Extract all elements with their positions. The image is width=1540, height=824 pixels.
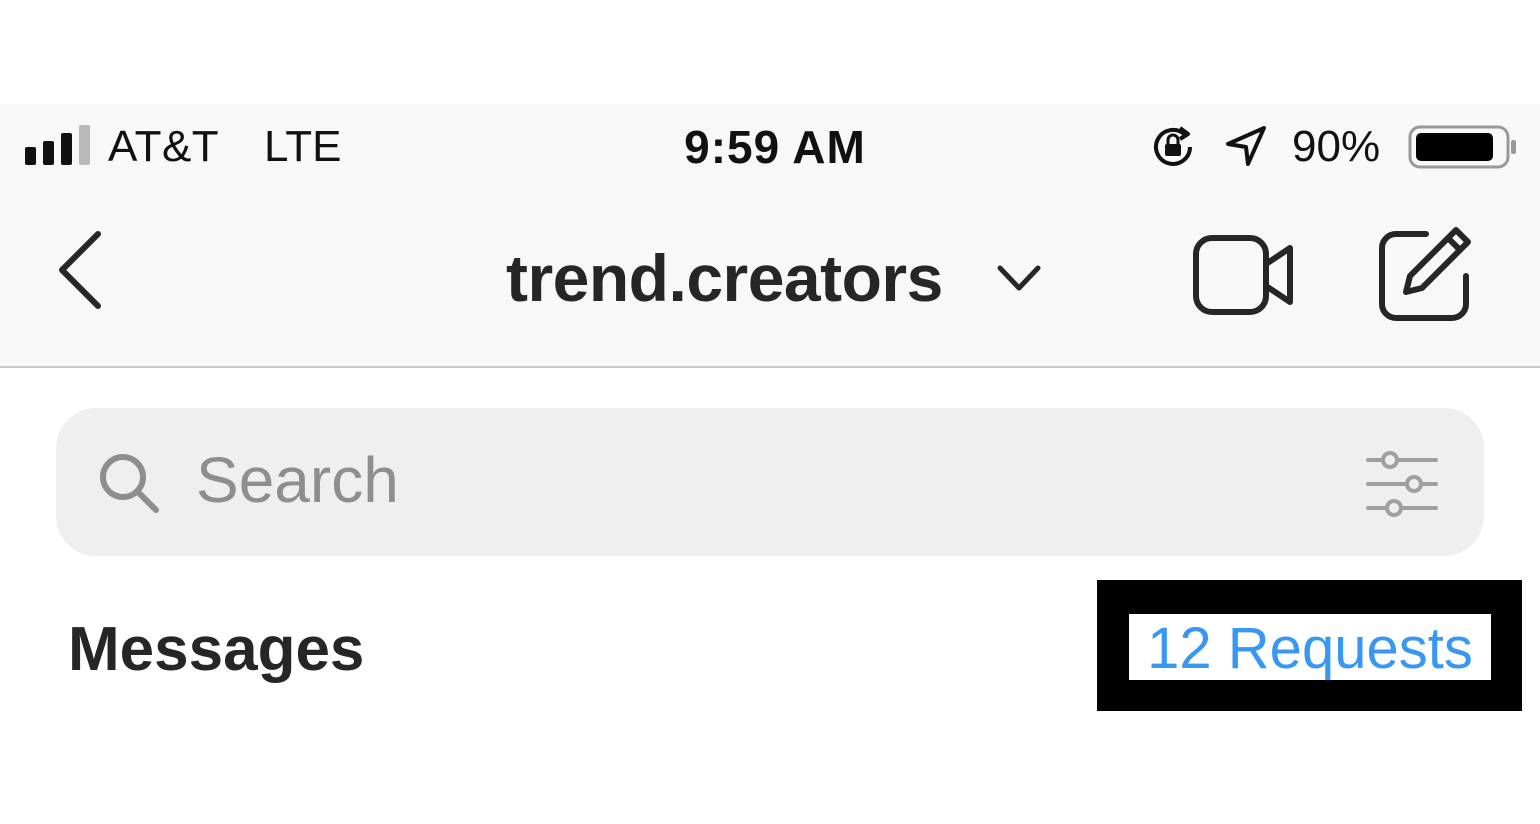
battery-icon (1408, 125, 1516, 169)
account-title[interactable]: trend.creators (506, 240, 943, 316)
messages-heading: Messages (68, 615, 365, 684)
message-requests-link[interactable]: 12 Requests (1129, 614, 1491, 680)
location-arrow-icon (1226, 126, 1266, 166)
video-call-button[interactable] (1190, 232, 1300, 318)
search-input[interactable] (196, 440, 1296, 520)
back-button[interactable] (50, 228, 112, 312)
top-blank-area (0, 0, 1540, 104)
orientation-lock-icon (1154, 126, 1192, 166)
compose-button[interactable] (1374, 224, 1474, 324)
filter-sliders-icon[interactable] (1364, 448, 1440, 518)
search-icon (100, 454, 159, 513)
header-divider (0, 366, 1540, 368)
battery-percent: 90% (1292, 122, 1381, 171)
chevron-down-icon[interactable] (994, 258, 1044, 298)
